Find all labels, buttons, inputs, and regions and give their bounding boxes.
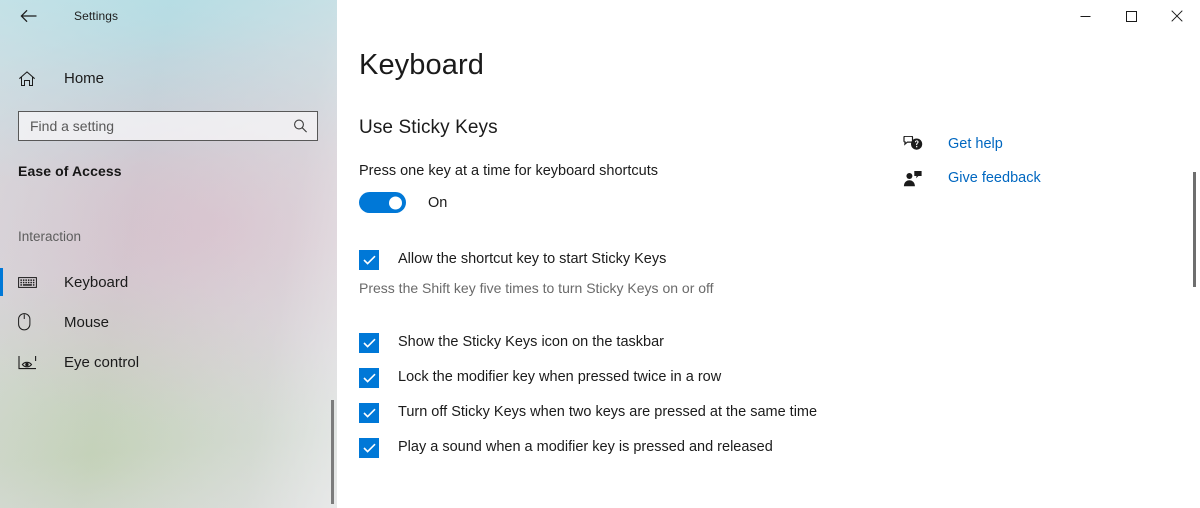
- sidebar-nav-list: Keyboard Mouse Eye control: [0, 262, 337, 382]
- minimize-button[interactable]: [1062, 0, 1108, 32]
- sidebar: Settings Home Ease o: [0, 0, 337, 508]
- titlebar-left: Settings: [0, 0, 337, 32]
- get-help-link[interactable]: Get help: [902, 133, 1132, 155]
- toggle-state-label: On: [428, 194, 448, 211]
- keyboard-icon: [18, 276, 40, 289]
- checkbox-box: [359, 403, 379, 423]
- checkbox-group-options: Show the Sticky Keys icon on the taskbar…: [359, 332, 1200, 458]
- checkbox-turn-off-two-keys-label: Turn off Sticky Keys when two keys are p…: [398, 404, 818, 420]
- checkbox-lock-modifier-key-label: Lock the modifier key when pressed twice…: [398, 369, 722, 385]
- window-controls: [1062, 0, 1200, 32]
- eye-control-icon: [18, 355, 40, 370]
- sidebar-item-eye-control-label: Eye control: [64, 353, 140, 371]
- maximize-icon: [1125, 10, 1137, 22]
- help-question-bubble-icon: [902, 135, 924, 153]
- sidebar-item-mouse-label: Mouse: [64, 313, 110, 331]
- checkbox-box: [359, 250, 379, 270]
- checkbox-lock-modifier-key[interactable]: Lock the modifier key when pressed twice…: [359, 367, 1200, 388]
- checkbox-show-taskbar-icon[interactable]: Show the Sticky Keys icon on the taskbar: [359, 332, 1200, 353]
- section-title: Use Sticky Keys: [359, 117, 498, 138]
- get-help-link-label: Get help: [948, 136, 1003, 152]
- search-box[interactable]: [18, 111, 318, 141]
- window-title: Settings: [74, 9, 119, 23]
- sidebar-scrollbar[interactable]: [331, 400, 334, 504]
- checkbox-box: [359, 438, 379, 458]
- settings-page-content: Keyboard Use Sticky Keys Press one key a…: [337, 0, 1200, 508]
- checkbox-play-sound-label: Play a sound when a modifier key is pres…: [398, 439, 773, 455]
- sidebar-item-eye-control[interactable]: Eye control: [0, 342, 337, 382]
- checkbox-allow-shortcut-key[interactable]: Allow the shortcut key to start Sticky K…: [359, 249, 1200, 270]
- sidebar-item-home[interactable]: Home: [0, 61, 337, 95]
- checkmark-icon: [362, 443, 376, 453]
- checkmark-icon: [362, 373, 376, 383]
- checkbox-turn-off-two-keys[interactable]: Turn off Sticky Keys when two keys are p…: [359, 402, 1200, 423]
- checkbox-play-sound[interactable]: Play a sound when a modifier key is pres…: [359, 437, 1200, 458]
- close-icon: [1171, 10, 1183, 22]
- mouse-icon: [18, 313, 40, 331]
- give-feedback-link-label: Give feedback: [948, 170, 1041, 186]
- feedback-person-icon: [902, 170, 924, 187]
- sidebar-item-home-label: Home: [64, 69, 105, 87]
- checkbox-box: [359, 333, 379, 353]
- checkbox-allow-shortcut-key-label: Allow the shortcut key to start Sticky K…: [398, 251, 667, 267]
- main-scrollbar[interactable]: [1193, 172, 1196, 287]
- sidebar-item-mouse[interactable]: Mouse: [0, 302, 337, 342]
- maximize-button[interactable]: [1108, 0, 1154, 32]
- checkbox-show-taskbar-icon-label: Show the Sticky Keys icon on the taskbar: [398, 334, 664, 350]
- checkbox-box: [359, 368, 379, 388]
- checkmark-icon: [362, 408, 376, 418]
- search-input[interactable]: [19, 112, 317, 140]
- close-button[interactable]: [1154, 0, 1200, 32]
- settings-window: Settings Home Ease o: [0, 0, 1200, 508]
- sticky-keys-toggle[interactable]: [359, 192, 406, 213]
- sidebar-group-label: Interaction: [18, 229, 82, 244]
- minimize-icon: [1080, 15, 1090, 17]
- back-arrow-icon: [20, 9, 36, 23]
- help-links-panel: Get help Give feedback: [902, 133, 1132, 201]
- give-feedback-link[interactable]: Give feedback: [902, 167, 1132, 189]
- checkbox-allow-shortcut-key-sublabel: Press the Shift key five times to turn S…: [359, 280, 714, 296]
- checkmark-icon: [362, 255, 376, 265]
- checkmark-icon: [362, 338, 376, 348]
- home-icon: [18, 70, 38, 87]
- sidebar-item-keyboard-label: Keyboard: [64, 273, 129, 291]
- sidebar-item-keyboard[interactable]: Keyboard: [0, 262, 337, 302]
- checkbox-group-shortcut: Allow the shortcut key to start Sticky K…: [359, 249, 1200, 296]
- sidebar-category-title: Ease of Access: [18, 163, 122, 179]
- search-icon: [293, 119, 308, 134]
- main-content: Keyboard Use Sticky Keys Press one key a…: [337, 0, 1200, 508]
- toggle-knob: [389, 196, 402, 209]
- back-button[interactable]: [13, 1, 43, 31]
